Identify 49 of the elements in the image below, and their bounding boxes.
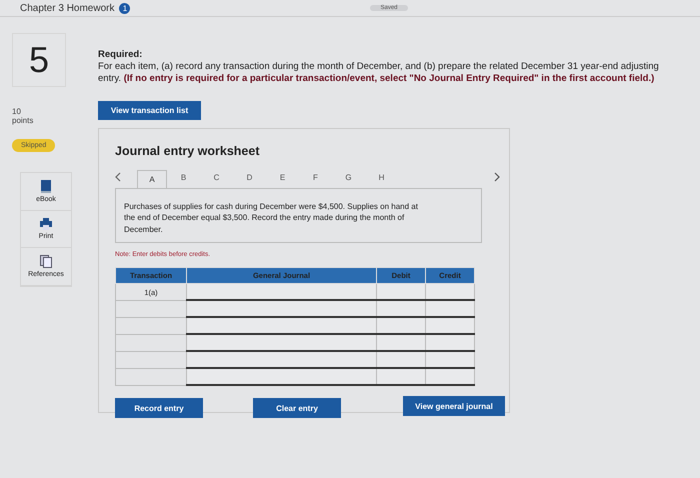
points-label: points — [12, 116, 34, 125]
worksheet-tab[interactable]: F — [299, 172, 332, 188]
account-input[interactable] — [186, 351, 376, 368]
instruction-text: For each item, (a) record any transaction during the month of December, and (b) prepare the related December 31 year-end adjusting entry. (If no entry is required for a particular transaction/event, select "No Journal Entry Required" in the first account field.) — [98, 61, 660, 86]
transaction-cell — [116, 351, 186, 368]
account-input[interactable] — [186, 368, 376, 386]
chevron-right-icon[interactable] — [494, 172, 500, 182]
book-icon — [40, 180, 52, 193]
assignment-title: Chapter 3 Homework — [20, 2, 114, 14]
credit-input[interactable] — [426, 300, 474, 318]
debit-input[interactable] — [376, 317, 426, 334]
worksheet-tab[interactable]: G — [332, 172, 365, 188]
credit-input[interactable] — [426, 284, 474, 300]
account-input[interactable] — [186, 300, 376, 318]
printer-icon — [40, 218, 52, 230]
worksheet-tab[interactable]: A — [137, 170, 167, 188]
transaction-cell — [116, 368, 186, 386]
transaction-cell — [116, 334, 186, 352]
worksheet-tab[interactable]: B — [167, 172, 200, 188]
account-input[interactable] — [186, 334, 376, 352]
debit-input[interactable] — [376, 351, 426, 368]
debit-input[interactable] — [376, 284, 426, 300]
worksheet-tab[interactable]: C — [200, 172, 233, 188]
transaction-cell — [116, 300, 186, 318]
points-value: 10 — [12, 107, 22, 116]
account-input[interactable] — [186, 317, 376, 334]
worksheet-button[interactable]: Clear entry — [253, 398, 341, 418]
credit-input[interactable] — [426, 317, 474, 334]
worksheet-tab[interactable]: E — [266, 172, 299, 188]
required-heading: Required: — [98, 49, 144, 60]
documents-icon — [40, 255, 52, 268]
credit-input[interactable] — [426, 334, 474, 352]
transaction-description: Purchases of supplies for cash during December were $4,500. Supplies on hand at the end of December equal $3,500. Record the entry made during the month of December. — [115, 188, 482, 244]
debit-input[interactable] — [376, 334, 426, 352]
transaction-cell — [116, 317, 186, 334]
credit-input[interactable] — [426, 368, 474, 386]
debit-input[interactable] — [376, 368, 426, 386]
credit-input[interactable] — [426, 351, 474, 368]
info-badge[interactable]: 1 — [119, 2, 130, 14]
account-input[interactable] — [186, 284, 376, 300]
worksheet-tab[interactable]: H — [365, 172, 398, 188]
worksheet-button[interactable]: View general journal — [403, 396, 505, 416]
worksheet-title: Journal entry worksheet — [115, 144, 260, 158]
view-transaction-list-button[interactable]: View transaction list — [98, 100, 201, 120]
worksheet-tab[interactable]: D — [233, 172, 266, 188]
question-number: 5 — [12, 33, 66, 87]
worksheet-button[interactable]: Record entry — [115, 398, 203, 418]
debit-input[interactable] — [376, 300, 426, 318]
chevron-left-icon[interactable] — [115, 172, 121, 182]
